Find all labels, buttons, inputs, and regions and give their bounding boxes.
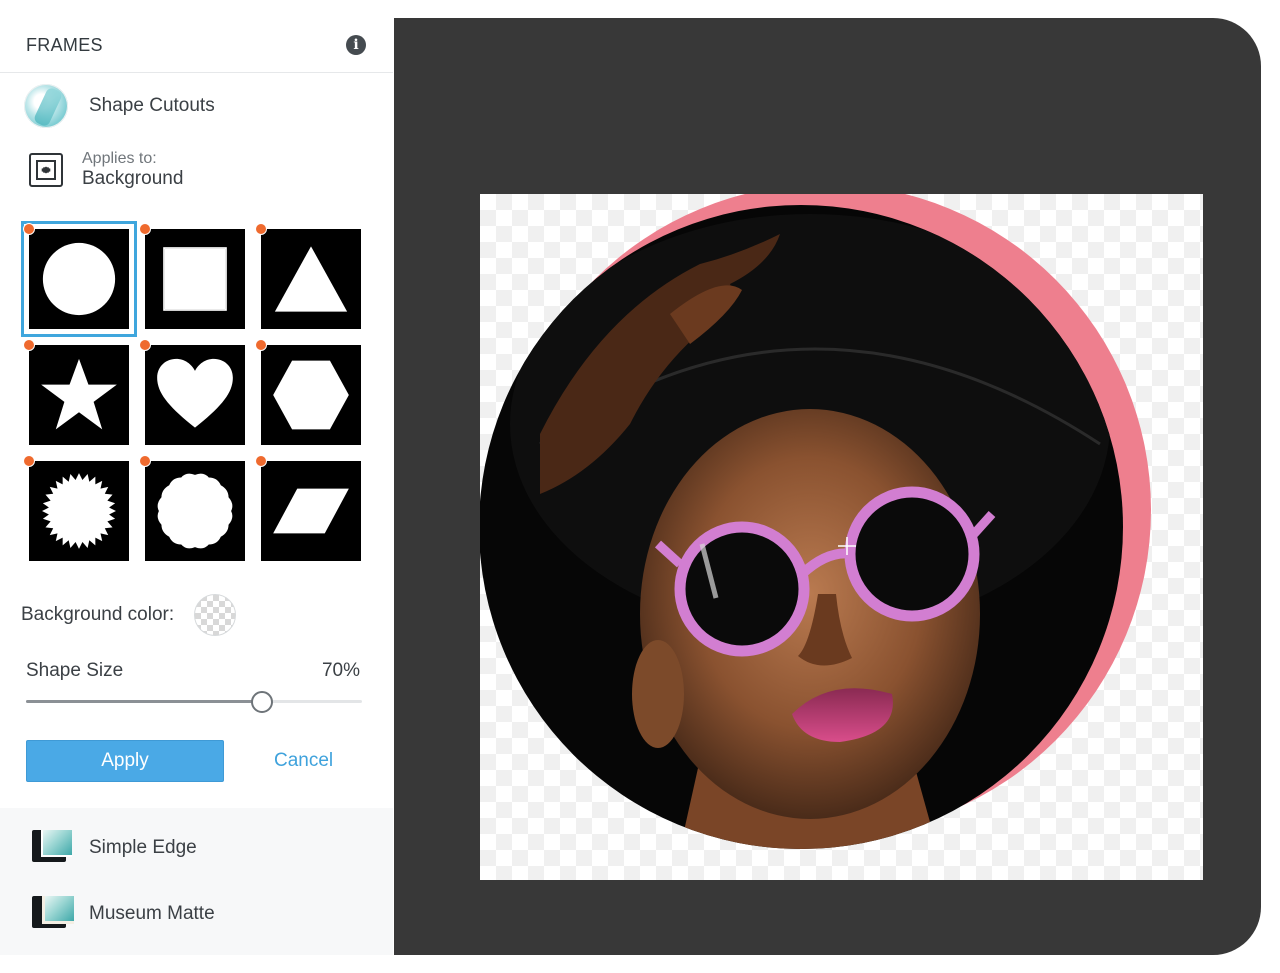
marker-dot [255, 339, 267, 351]
shape-star[interactable] [23, 339, 129, 445]
marker-dot [139, 223, 151, 235]
marker-dot [255, 223, 267, 235]
frame-category-label: Museum Matte [89, 903, 215, 924]
hexagon-icon [273, 360, 349, 430]
other-frames-list: Simple Edge Museum Matte [0, 808, 393, 955]
applies-to-selector[interactable]: Applies to: Background [0, 140, 393, 200]
heart-icon [157, 358, 233, 428]
shape-parallelogram[interactable] [255, 455, 361, 561]
marker-dot [23, 339, 35, 351]
frame-category-shape-cutouts[interactable]: Shape Cutouts [0, 73, 393, 139]
triangle-icon [274, 246, 348, 312]
shape-triangle[interactable] [255, 223, 361, 329]
scalloped-icon [157, 473, 233, 549]
shape-starburst[interactable] [23, 455, 129, 561]
applies-to-label: Applies to: [82, 150, 157, 167]
action-buttons: Apply Cancel [26, 740, 333, 782]
shape-cutouts-thumbnail-icon [24, 84, 68, 128]
frames-panel: FRAMES i Shape Cutouts Applies to: Backg… [0, 18, 393, 955]
shape-hexagon[interactable] [255, 339, 361, 445]
shape-size-value: 70% [321, 660, 360, 681]
background-color-label: Background color: [21, 604, 175, 625]
shape-circle[interactable] [21, 221, 137, 337]
marker-dot [23, 455, 35, 467]
marker-dot [139, 339, 151, 351]
panel-title: FRAMES [26, 34, 103, 55]
frame-category-museum-matte[interactable]: Museum Matte [0, 881, 393, 947]
circle-icon [42, 242, 116, 316]
shape-size-row: Shape Size 70% [26, 660, 360, 682]
shape-grid [21, 221, 361, 561]
editor-canvas[interactable] [394, 18, 1261, 955]
shape-size-slider[interactable] [26, 691, 362, 713]
background-color-row: Background color: [21, 594, 237, 636]
shape-size-label: Shape Size [26, 660, 124, 681]
square-icon [163, 247, 227, 311]
marker-dot [255, 455, 267, 467]
frame-category-simple-edge[interactable]: Simple Edge [0, 815, 393, 881]
parallelogram-icon [273, 488, 349, 534]
gear-icon [40, 166, 52, 174]
slider-thumb[interactable] [251, 691, 273, 713]
shape-square[interactable] [139, 223, 245, 329]
starburst-icon [42, 473, 116, 549]
simple-edge-icon [32, 830, 72, 866]
marker-dot [139, 455, 151, 467]
panel-header: FRAMES i [0, 18, 393, 73]
info-icon[interactable]: i [346, 35, 366, 55]
frame-category-label: Simple Edge [89, 837, 197, 858]
photo-preview[interactable] [480, 194, 1203, 880]
cancel-button[interactable]: Cancel [274, 750, 333, 772]
museum-matte-icon [32, 896, 74, 932]
shape-heart[interactable] [139, 339, 245, 445]
marker-dot [23, 223, 35, 235]
slider-fill [26, 700, 261, 703]
frame-category-label: Shape Cutouts [89, 95, 215, 116]
background-color-swatch[interactable] [194, 594, 237, 636]
apply-button[interactable]: Apply [26, 740, 224, 782]
shape-scalloped[interactable] [139, 455, 245, 561]
gear-frame-icon [29, 153, 63, 187]
applies-to-value: Background [82, 168, 184, 190]
star-icon [41, 358, 117, 430]
photo-illustration [480, 194, 1151, 849]
